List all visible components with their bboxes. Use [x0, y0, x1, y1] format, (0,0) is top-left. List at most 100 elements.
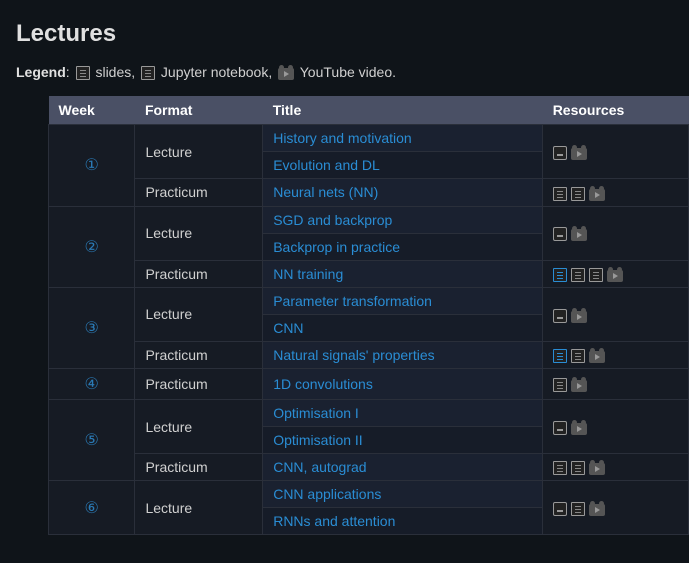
title-cell: Backprop in practice: [263, 233, 543, 260]
format-cell: Lecture: [135, 481, 263, 535]
week-cell: ④: [49, 369, 135, 400]
week-cell: ③: [49, 287, 135, 368]
table-row: Practicum Natural signals' properties: [49, 341, 689, 368]
lecture-link[interactable]: Natural signals' properties: [273, 347, 434, 363]
legend-text: Legend: slides, Jupyter notebook, YouTub…: [16, 64, 689, 80]
resources-cell: [543, 260, 689, 287]
format-cell: Practicum: [135, 369, 263, 400]
table-row: ③LectureParameter transformation: [49, 287, 689, 314]
week-cell: ⑤: [49, 400, 135, 481]
video-icon[interactable]: [589, 504, 605, 516]
title-cell: Parameter transformation: [263, 287, 543, 314]
lecture-link[interactable]: NN training: [273, 266, 343, 282]
col-format: Format: [135, 96, 263, 125]
video-icon[interactable]: [571, 423, 587, 435]
legend-label: YouTube video.: [296, 64, 396, 80]
table-row: Practicum CNN, autograd: [49, 454, 689, 481]
video-icon[interactable]: [589, 463, 605, 475]
video-icon[interactable]: [589, 351, 605, 363]
slides-icon[interactable]: [553, 309, 567, 323]
format-cell: Lecture: [135, 125, 263, 179]
lecture-link[interactable]: Optimisation II: [273, 432, 362, 448]
title-cell: 1D convolutions: [263, 369, 543, 400]
lecture-link[interactable]: History and motivation: [273, 130, 412, 146]
video-icon[interactable]: [571, 380, 587, 392]
lecture-link[interactable]: CNN, autograd: [273, 459, 366, 475]
format-cell: Practicum: [135, 341, 263, 368]
format-cell: Practicum: [135, 179, 263, 206]
notebook-icon[interactable]: [589, 268, 603, 282]
video-icon[interactable]: [571, 229, 587, 241]
lecture-link[interactable]: Optimisation I: [273, 405, 359, 421]
week-cell: ⑥: [49, 481, 135, 535]
title-cell: History and motivation: [263, 125, 543, 152]
week-cell: ②: [49, 206, 135, 287]
resources-cell: [543, 287, 689, 341]
resources-cell: [543, 341, 689, 368]
notebook-icon[interactable]: [571, 268, 585, 282]
format-cell: Practicum: [135, 454, 263, 481]
notebook-icon[interactable]: [553, 461, 567, 475]
title-cell: Optimisation I: [263, 400, 543, 427]
notebook-icon[interactable]: [553, 268, 567, 282]
table-row: Practicum NN training: [49, 260, 689, 287]
notebook-icon[interactable]: [76, 66, 90, 80]
slides-icon[interactable]: [553, 421, 567, 435]
notebook-icon[interactable]: [141, 66, 155, 80]
col-title: Title: [263, 96, 543, 125]
notebook-icon[interactable]: [571, 461, 585, 475]
lecture-link[interactable]: RNNs and attention: [273, 513, 395, 529]
resources-cell: [543, 454, 689, 481]
format-cell: Practicum: [135, 260, 263, 287]
video-icon[interactable]: [589, 189, 605, 201]
lecture-link[interactable]: CNN: [273, 320, 303, 336]
title-cell: Natural signals' properties: [263, 341, 543, 368]
resources-cell: [543, 179, 689, 206]
title-cell: RNNs and attention: [263, 508, 543, 535]
lecture-link[interactable]: Evolution and DL: [273, 157, 380, 173]
lecture-link[interactable]: Parameter transformation: [273, 293, 432, 309]
notebook-icon[interactable]: [553, 349, 567, 363]
table-row: ②LectureSGD and backprop: [49, 206, 689, 233]
lecture-link[interactable]: 1D convolutions: [273, 376, 373, 392]
table-row: ⑤LectureOptimisation I: [49, 400, 689, 427]
lecture-link[interactable]: CNN applications: [273, 486, 381, 502]
slides-icon[interactable]: [553, 227, 567, 241]
legend-label: slides,: [92, 64, 139, 80]
table-row: ④Practicum 1D convolutions: [49, 369, 689, 400]
title-cell: CNN, autograd: [263, 454, 543, 481]
format-cell: Lecture: [135, 400, 263, 454]
page-title: Lectures: [16, 20, 689, 48]
lecture-link[interactable]: Backprop in practice: [273, 239, 400, 255]
video-icon[interactable]: [278, 68, 294, 80]
title-cell: Evolution and DL: [263, 152, 543, 179]
video-icon[interactable]: [571, 311, 587, 323]
table-row: ①LectureHistory and motivation: [49, 125, 689, 152]
legend-label: Jupyter notebook,: [157, 64, 276, 80]
slides-icon[interactable]: [553, 502, 567, 516]
video-icon[interactable]: [571, 148, 587, 160]
col-week: Week: [49, 96, 135, 125]
title-cell: Optimisation II: [263, 427, 543, 454]
notebook-icon[interactable]: [571, 187, 585, 201]
lecture-link[interactable]: Neural nets (NN): [273, 184, 378, 200]
title-cell: CNN: [263, 314, 543, 341]
resources-cell: [543, 206, 689, 260]
resources-cell: [543, 400, 689, 454]
title-cell: SGD and backprop: [263, 206, 543, 233]
notebook-icon[interactable]: [553, 378, 567, 392]
notebook-icon[interactable]: [553, 187, 567, 201]
col-resources: Resources: [543, 96, 689, 125]
notebook-icon[interactable]: [571, 349, 585, 363]
notebook-icon[interactable]: [571, 502, 585, 516]
title-cell: CNN applications: [263, 481, 543, 508]
video-icon[interactable]: [607, 270, 623, 282]
table-row: ⑥LectureCNN applications: [49, 481, 689, 508]
lecture-link[interactable]: SGD and backprop: [273, 212, 392, 228]
title-cell: NN training: [263, 260, 543, 287]
format-cell: Lecture: [135, 287, 263, 341]
title-cell: Neural nets (NN): [263, 179, 543, 206]
format-cell: Lecture: [135, 206, 263, 260]
resources-cell: [543, 125, 689, 179]
slides-icon[interactable]: [553, 146, 567, 160]
